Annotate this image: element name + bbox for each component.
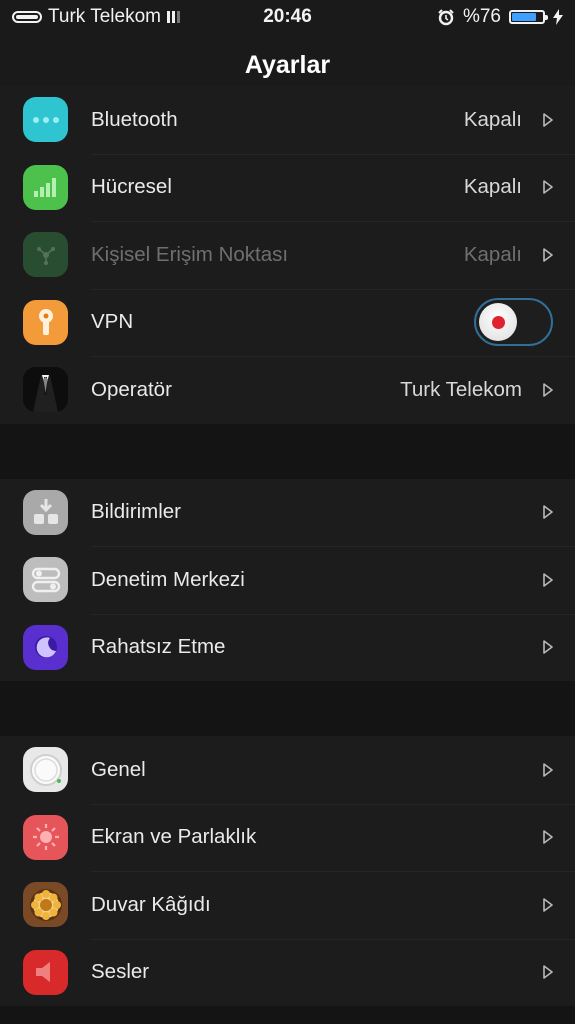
carrier-name: Turk Telekom bbox=[48, 6, 161, 27]
chevron-right-icon bbox=[541, 762, 555, 778]
vpn-icon bbox=[23, 299, 68, 345]
wallpaper-icon bbox=[23, 882, 68, 928]
row-value: Kapalı bbox=[463, 242, 522, 266]
row-label: Sesler bbox=[91, 960, 150, 984]
status-bar: Turk Telekom 20:46 %76 bbox=[0, 0, 575, 34]
row-label: Operatör bbox=[91, 377, 172, 401]
settings-row-duvar-kagidi[interactable]: Duvar Kâğıdı bbox=[0, 871, 575, 939]
alarm-icon bbox=[438, 9, 454, 26]
settings-row-hucresel[interactable]: Hücresel Kapalı bbox=[0, 153, 575, 221]
chevron-right-icon bbox=[541, 897, 555, 913]
general-icon bbox=[23, 747, 68, 793]
notifications-icon bbox=[23, 489, 68, 535]
control-center-icon bbox=[23, 557, 68, 603]
bluetooth-icon bbox=[23, 97, 68, 143]
settings-group: Bildirimler Denetim Merkezi Rahatsız Etme bbox=[0, 478, 575, 681]
hotspot-icon bbox=[23, 232, 68, 278]
vpn-toggle[interactable] bbox=[474, 298, 553, 347]
row-label: VPN bbox=[91, 310, 134, 334]
display-brightness-icon bbox=[23, 814, 68, 860]
battery-icon bbox=[509, 10, 548, 24]
section-gap bbox=[0, 681, 575, 736]
settings-row-sesler[interactable]: Sesler bbox=[0, 938, 575, 1006]
chevron-right-icon bbox=[541, 964, 555, 980]
chevron-right-icon bbox=[541, 179, 555, 195]
row-label: Denetim Merkezi bbox=[91, 567, 245, 591]
chevron-right-icon bbox=[541, 112, 555, 128]
row-label: Bildirimler bbox=[91, 500, 181, 524]
row-label: Bluetooth bbox=[91, 107, 178, 131]
settings-row-bildirimler[interactable]: Bildirimler bbox=[0, 478, 575, 546]
charging-bolt-icon bbox=[553, 9, 563, 25]
settings-row-ekran-ve-parlaklik[interactable]: Ekran ve Parlaklık bbox=[0, 803, 575, 871]
settings-row-genel[interactable]: Genel bbox=[0, 736, 575, 804]
record-dot-icon bbox=[491, 315, 505, 329]
settings-group: Genel Ekran ve Parlaklık Duvar Kâğıdı Sesle… bbox=[0, 736, 575, 1006]
settings-group: Bluetooth Kapalı Hücresel Kapalı Kişisel Eri… bbox=[0, 86, 575, 424]
battery-percent: %76 bbox=[462, 6, 501, 27]
settings-list: Bluetooth Kapalı Hücresel Kapalı Kişisel Eri… bbox=[0, 86, 575, 1006]
row-label: Duvar Kâğıdı bbox=[91, 892, 211, 916]
operator-icon bbox=[23, 367, 68, 413]
settings-row-operator[interactable]: Operatör Turk Telekom bbox=[0, 356, 575, 424]
chevron-right-icon bbox=[541, 382, 555, 398]
settings-row-bluetooth[interactable]: Bluetooth Kapalı bbox=[0, 86, 575, 154]
chevron-right-icon bbox=[541, 247, 555, 263]
row-value: Turk Telekom bbox=[400, 377, 522, 401]
toggle-knob bbox=[479, 303, 517, 342]
settings-row-denetim-merkezi[interactable]: Denetim Merkezi bbox=[0, 546, 575, 614]
page-title: Ayarlar bbox=[244, 51, 331, 79]
row-label: Genel bbox=[91, 757, 146, 781]
chevron-right-icon bbox=[541, 572, 555, 588]
chevron-right-icon bbox=[541, 639, 555, 655]
settings-row-rahatsiz-etme[interactable]: Rahatsız Etme bbox=[0, 613, 575, 681]
chevron-right-icon bbox=[541, 829, 555, 845]
do-not-disturb-icon bbox=[23, 624, 68, 670]
row-label: Ekran ve Parlaklık bbox=[91, 825, 257, 849]
row-label: Hücresel bbox=[91, 175, 172, 199]
row-label: Rahatsız Etme bbox=[91, 635, 226, 659]
signal-pill-icon bbox=[12, 11, 42, 23]
chevron-right-icon bbox=[541, 504, 555, 520]
sounds-icon bbox=[23, 949, 68, 995]
settings-row-vpn[interactable]: VPN bbox=[0, 288, 575, 356]
settings-row-kisisel-erisim-noktasi: Kişisel Erişim Noktası Kapalı bbox=[0, 221, 575, 289]
section-gap bbox=[0, 423, 575, 479]
row-value: Kapalı bbox=[463, 107, 522, 131]
cellular-icon bbox=[23, 164, 68, 210]
row-label: Kişisel Erişim Noktası bbox=[91, 242, 289, 266]
row-value: Kapalı bbox=[463, 175, 522, 199]
wifi-bars-icon bbox=[166, 11, 180, 23]
